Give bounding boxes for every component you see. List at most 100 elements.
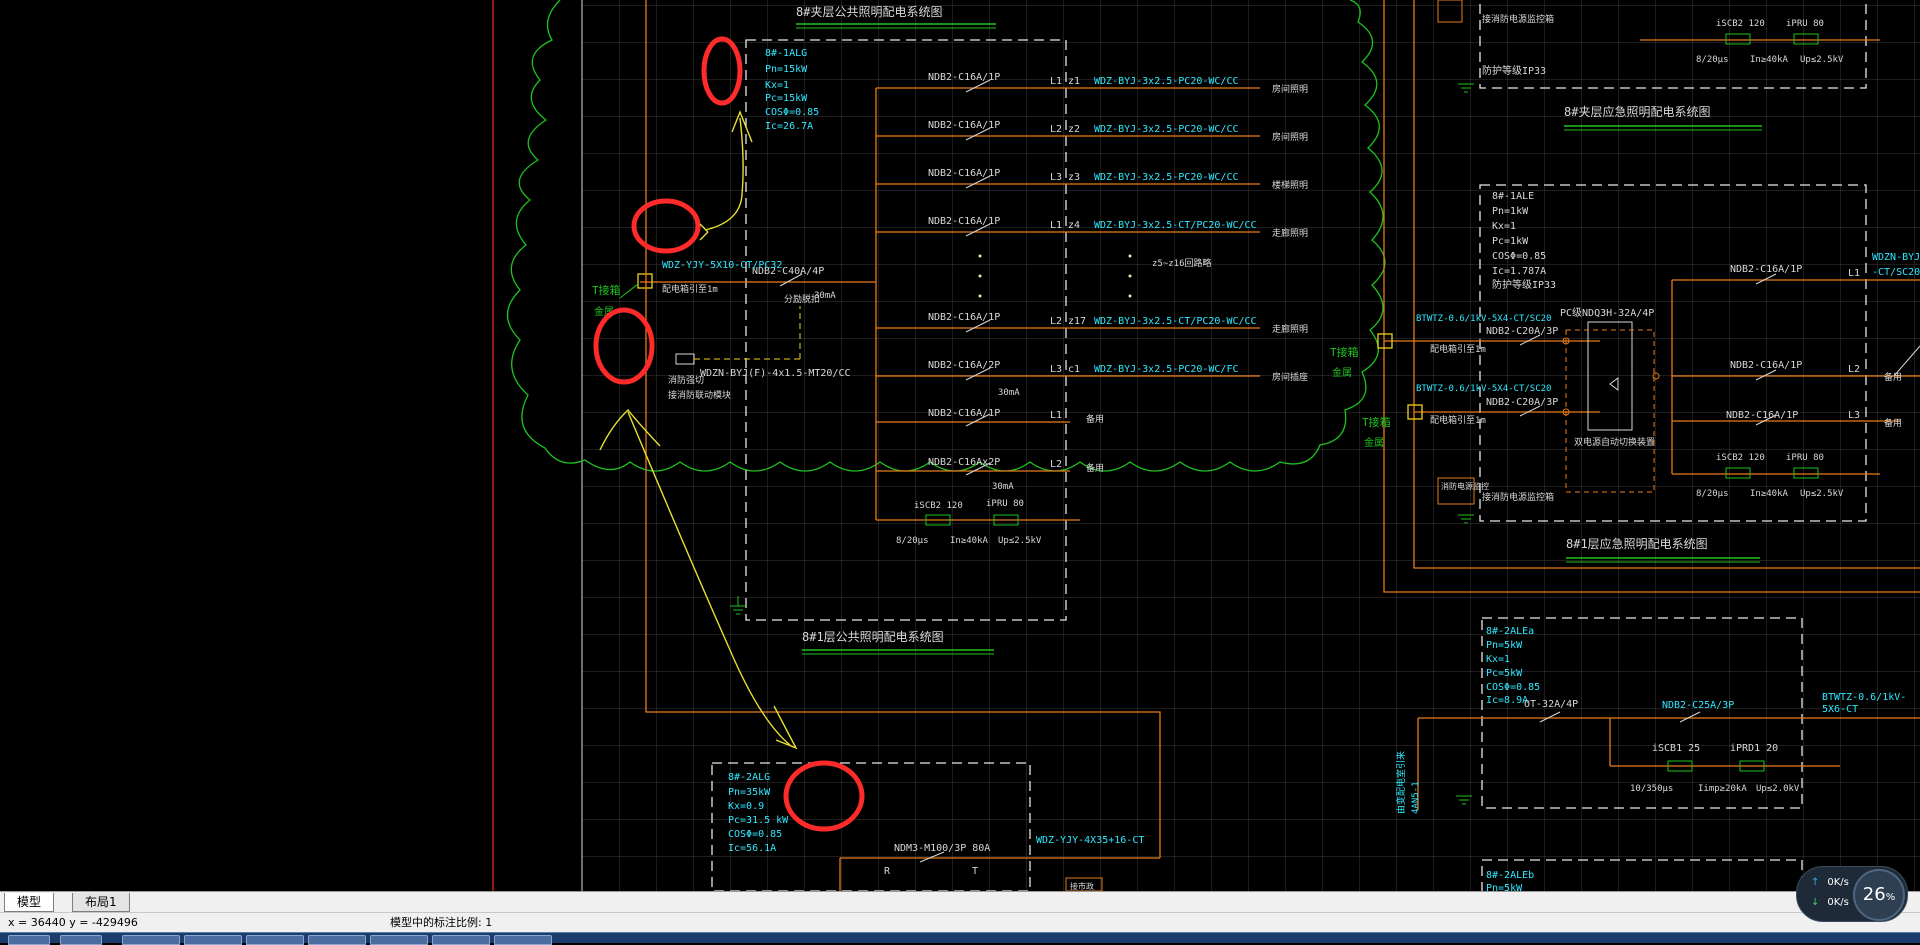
spd-spec: Up≤2.0kV bbox=[1756, 784, 1800, 794]
spd-spec: In≥40kA bbox=[950, 536, 989, 546]
fire-box-label: 接消防电源监控箱 bbox=[1482, 491, 1554, 503]
spd-spec: In≥40kA bbox=[1750, 55, 1789, 65]
tab-layout1[interactable]: 布局1 bbox=[72, 893, 130, 912]
start-button[interactable] bbox=[8, 935, 50, 945]
phase-label: L2 bbox=[1050, 459, 1062, 470]
network-speed-widget[interactable]: ↑ 0K/s ↓ 0K/s 26% bbox=[1796, 866, 1908, 922]
breaker-label: NDB2-C16A/1P bbox=[928, 72, 1000, 83]
panel-param: Ic=8.9A bbox=[1486, 695, 1528, 706]
tab-model[interactable]: 模型 bbox=[4, 893, 55, 912]
drawing-grid bbox=[582, 0, 1920, 891]
taskbar-app-button[interactable] bbox=[246, 935, 304, 945]
breaker-label: NDB2-C16A/1P bbox=[928, 168, 1000, 179]
annotation-scale[interactable]: 模型中的标注比例: 1 bbox=[390, 913, 492, 933]
panel-param: Pn=5kW bbox=[1486, 640, 1523, 651]
drawing-canvas[interactable]: 8#-1ALG Pn=15kW Kx=1 Pc=15kW COSΦ=0.85 I… bbox=[0, 0, 1920, 901]
taskbar-app-button[interactable] bbox=[432, 935, 490, 945]
spd-label: iPRD1 20 bbox=[1730, 743, 1778, 754]
incoming-cable-label: WDZ-YJY-5X10-CT/PC32 bbox=[662, 260, 782, 271]
load-label: 备用 bbox=[1884, 371, 1902, 383]
panel-param: 8#-2ALEa bbox=[1486, 626, 1534, 637]
usage-gauge[interactable]: 26% bbox=[1853, 869, 1905, 921]
breaker-label: NDB2-C16A/1P bbox=[1726, 410, 1798, 421]
phase-label: L2 bbox=[1050, 316, 1062, 327]
taskbar-app-button[interactable] bbox=[122, 935, 180, 945]
fire-label-2: 接消防联动模块 bbox=[668, 389, 731, 401]
cable-label: WDZ-BYJ-3x2.5-PC20-WC/CC bbox=[1094, 172, 1239, 183]
taskbar-app-button[interactable] bbox=[308, 935, 366, 945]
cable-label: WDZ-BYJ-3x2.5-PC20-WC/FC bbox=[1094, 364, 1239, 375]
layout-tab-bar: 模型 布局1 bbox=[0, 891, 1920, 913]
fire-label: 消防强切 bbox=[668, 374, 704, 386]
phase-label: L3 bbox=[1050, 172, 1062, 183]
incoming-label: 由变配电室引来 bbox=[1395, 751, 1407, 814]
cable-label: WDZN-BYJ bbox=[1872, 252, 1920, 263]
panel-param: Pc=31.5 kW bbox=[728, 815, 789, 826]
status-bar: x = 36440 y = -429496 模型中的标注比例: 1 bbox=[0, 912, 1920, 933]
rcd-label: 30mA bbox=[992, 482, 1014, 492]
protection-label: 防护等级IP33 bbox=[1492, 278, 1556, 291]
t-tap-label-2: 金属 bbox=[1332, 366, 1352, 379]
phase-label: L1 bbox=[1050, 220, 1062, 231]
taskbar-app-button[interactable] bbox=[370, 935, 428, 945]
cable-label: -CT/SC20 bbox=[1872, 267, 1920, 278]
spd-label: iPRU 80 bbox=[1786, 19, 1824, 29]
load-label: 房间照明 bbox=[1272, 131, 1308, 143]
ats-label: PC级NDQ3H-32A/4P bbox=[1560, 307, 1654, 319]
circuit-no: z4 bbox=[1068, 220, 1080, 231]
panel-param: 8#-1ALE bbox=[1492, 191, 1534, 202]
taskbar-app-button[interactable] bbox=[60, 935, 102, 945]
cad-model-space[interactable]: 8#-1ALG Pn=15kW Kx=1 Pc=15kW COSΦ=0.85 I… bbox=[0, 0, 1920, 901]
breaker-label: NDB2-C25A/3P bbox=[1662, 700, 1734, 711]
incoming-label: 4AN5-1 bbox=[1411, 781, 1421, 814]
upload-arrow-icon: ↑ bbox=[1811, 877, 1820, 888]
load-label: 备用 bbox=[1086, 413, 1104, 425]
breaker-label: NDB2-C16A/1P bbox=[928, 216, 1000, 227]
drawing-title: 8#1层应急照明配电系统图 bbox=[1566, 536, 1708, 551]
panel-param: Kx=1 bbox=[1492, 221, 1516, 232]
taskbar-app-button[interactable] bbox=[494, 935, 552, 945]
taskbar-app-button[interactable] bbox=[184, 935, 242, 945]
panel-param: Ic=56.1A bbox=[728, 843, 776, 854]
drawing-title: 8#1层公共照明配电系统图 bbox=[802, 630, 944, 644]
circuit-no: z3 bbox=[1068, 172, 1080, 183]
ats-desc: 双电源自动切换装置 bbox=[1574, 436, 1655, 448]
t-tap-label-2: 金属 bbox=[1364, 436, 1384, 449]
spd-spec: 10/350μs bbox=[1630, 784, 1673, 794]
panel-param: Kx=0.9 bbox=[728, 801, 764, 812]
windows-taskbar bbox=[0, 932, 1920, 945]
breaker-label: NDB2-C20A/3P bbox=[1486, 397, 1558, 408]
panel-param: Pn=15kW bbox=[765, 64, 808, 75]
t-tap-label: T接箱 bbox=[1330, 345, 1359, 359]
drawing-title: 8#夹层公共照明配电系统图 bbox=[796, 5, 942, 19]
cable-label: WDZ-YJY-4X35+16-CT bbox=[1036, 835, 1144, 846]
usage-percent: 26 bbox=[1862, 884, 1886, 905]
omitted-note: z5~z16回路略 bbox=[1152, 257, 1212, 269]
protection-label: 防护等级IP33 bbox=[1482, 64, 1546, 77]
circuit-no: c1 bbox=[1068, 364, 1080, 375]
load-label: 房间插座 bbox=[1272, 371, 1308, 383]
download-arrow-icon: ↓ bbox=[1811, 897, 1820, 908]
phase-label: L1 bbox=[1050, 76, 1062, 87]
breaker-label: NDB2-C16A/1P bbox=[928, 408, 1000, 419]
spd-spec: 8/20μs bbox=[1696, 55, 1729, 65]
download-rate: ↓ 0K/s bbox=[1811, 897, 1849, 908]
circuit-no: z2 bbox=[1068, 124, 1080, 135]
panel-param: Pc=5kW bbox=[1486, 668, 1523, 679]
spd-spec: 8/20μs bbox=[896, 536, 929, 546]
phase-label: L2 bbox=[1050, 124, 1062, 135]
panel-param: Pc=15kW bbox=[765, 93, 808, 104]
cable-label: BTWTZ-0.6/1kV-5X4-CT/SC20 bbox=[1416, 314, 1551, 324]
panel-param: Ic=26.7A bbox=[765, 121, 813, 132]
spd-label: iSCB2 120 bbox=[914, 501, 963, 511]
panel-param: COSΦ=0.85 bbox=[765, 107, 819, 118]
phase-label: L3 bbox=[1848, 410, 1860, 421]
cursor-coordinates[interactable]: x = 36440 y = -429496 bbox=[8, 913, 138, 933]
cable-note: 配电箱引至1m bbox=[1430, 414, 1486, 426]
phase-label: L3 bbox=[1050, 364, 1062, 375]
panel-param: Pc=1kW bbox=[1492, 236, 1529, 247]
breaker-label: NDB2-C16A/1P bbox=[928, 312, 1000, 323]
load-label: 走廊照明 bbox=[1272, 227, 1308, 239]
shunt-label: 分励脱扣 bbox=[784, 293, 820, 305]
t-tap-label: T接箱 bbox=[1362, 415, 1391, 429]
